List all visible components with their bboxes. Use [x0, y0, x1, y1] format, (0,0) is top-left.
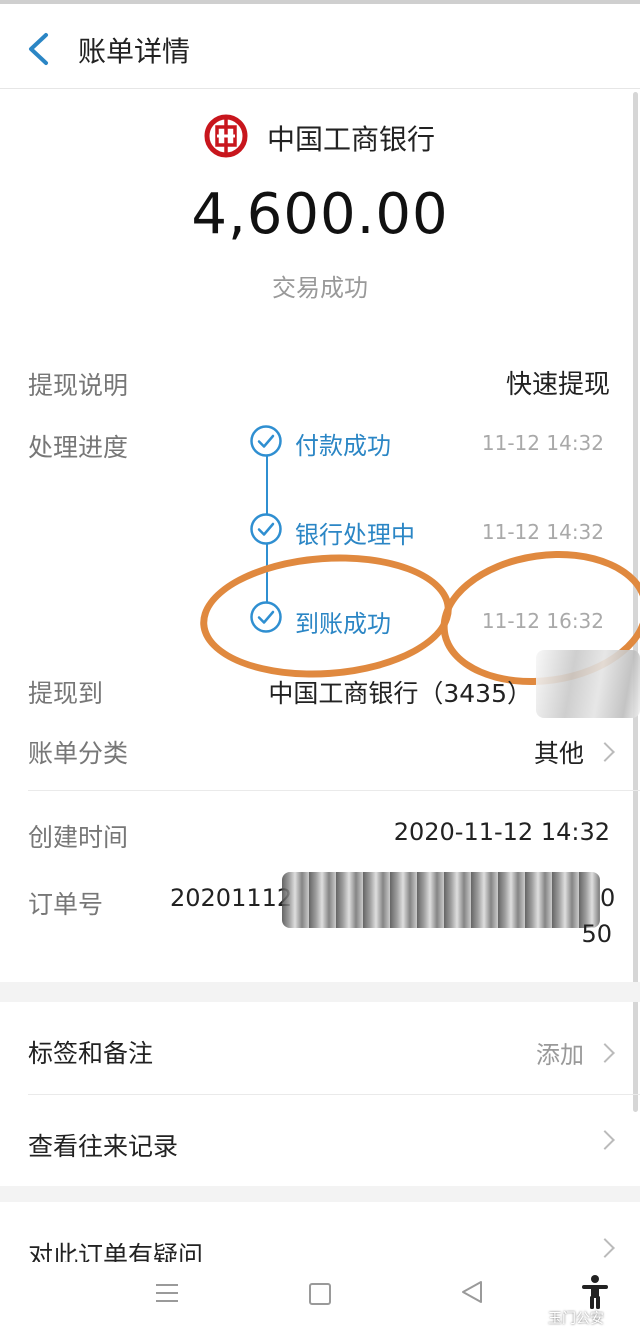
icbc-logo-icon — [204, 114, 248, 158]
back-triangle-icon[interactable] — [460, 1280, 484, 1304]
section-gap — [0, 1186, 640, 1202]
order-number-line2: 50 — [581, 920, 612, 948]
redaction-smudge — [536, 650, 640, 718]
created-time-value: 2020-11-12 14:32 — [393, 818, 610, 846]
page-title: 账单详情 — [78, 35, 191, 68]
header: 账单详情 — [0, 4, 640, 89]
step-time: 11-12 14:32 — [481, 520, 604, 544]
dispute-chevron — [584, 1236, 615, 1262]
chevron-right-icon — [595, 1238, 615, 1258]
chevron-right-icon — [595, 1130, 615, 1150]
step-label: 付款成功 — [295, 432, 391, 460]
tags-add-action: 添加 — [536, 1035, 615, 1070]
transaction-amount: 4,600.00 — [191, 182, 449, 247]
category-value: 其他 — [533, 739, 584, 768]
step-time: 11-12 14:32 — [481, 431, 604, 455]
withdraw-desc-value: 快速提现 — [505, 370, 610, 400]
section-gap — [0, 982, 640, 1002]
step-label: 银行处理中 — [295, 521, 415, 549]
menu-icon[interactable] — [154, 1282, 180, 1304]
order-number-prefix: 20201112 — [170, 884, 293, 912]
tags-notes-row[interactable]: 标签和备注 添加 — [0, 1002, 640, 1094]
progress-label: 处理进度 — [28, 433, 129, 462]
add-label: 添加 — [536, 1041, 584, 1069]
home-icon[interactable] — [309, 1283, 331, 1305]
divider — [28, 790, 640, 791]
history-chevron — [584, 1128, 615, 1156]
tags-notes-label: 标签和备注 — [28, 1039, 154, 1068]
withdraw-to-value: 中国工商银行（3435） — [268, 679, 532, 708]
bank-name: 中国工商银行 — [267, 123, 436, 156]
dispute-row[interactable]: 对此订单有疑问 — [0, 1202, 640, 1262]
order-number-tail: 0 — [600, 884, 616, 912]
withdraw-to-label: 提现到 — [28, 679, 104, 708]
chevron-right-icon — [595, 742, 615, 762]
redaction-smudge — [282, 872, 600, 928]
watermark: 玉门公安 — [548, 1311, 604, 1327]
category-row[interactable]: 其他 — [533, 734, 615, 770]
annotation-circle — [196, 546, 456, 686]
dispute-label: 对此订单有疑问 — [28, 1241, 204, 1262]
order-number-label: 订单号 — [28, 890, 104, 919]
check-circle-icon — [250, 513, 282, 545]
check-circle-icon — [250, 425, 282, 457]
bank-info: 中国工商银行 — [0, 112, 640, 162]
transaction-status: 交易成功 — [272, 274, 368, 302]
created-time-label: 创建时间 — [28, 823, 129, 852]
category-label: 账单分类 — [28, 739, 129, 768]
history-label: 查看往来记录 — [28, 1132, 179, 1161]
accessibility-icon[interactable] — [580, 1274, 610, 1310]
system-nav-bar — [0, 1262, 640, 1333]
back-arrow-icon[interactable] — [26, 32, 50, 66]
chevron-right-icon — [595, 1043, 615, 1063]
withdraw-desc-label: 提现说明 — [28, 371, 129, 400]
history-row[interactable]: 查看往来记录 — [0, 1095, 640, 1185]
